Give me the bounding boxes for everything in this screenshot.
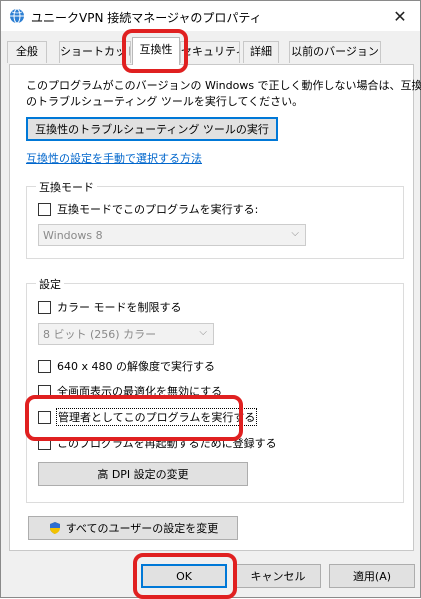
- register-restart-label: このプログラムを再起動するために登録する: [57, 437, 277, 450]
- reduced-color-checkbox[interactable]: [38, 300, 51, 314]
- tab-general[interactable]: 全般: [7, 41, 47, 63]
- run-as-admin-checkbox[interactable]: [38, 410, 51, 424]
- close-button[interactable]: ✕: [380, 1, 420, 31]
- manual-settings-link[interactable]: 互換性の設定を手動で選択する方法: [26, 150, 202, 166]
- tab-details[interactable]: 詳細: [243, 41, 279, 63]
- ok-button[interactable]: OK: [141, 564, 227, 588]
- compat-mode-label: 互換モードでこのプログラムを実行する:: [57, 203, 259, 216]
- window-title: ユニークVPN 接続マネージャのプロパティ: [31, 11, 262, 25]
- description-line-2: のトラブルシューティング ツールを実行してください。: [26, 95, 304, 108]
- fullscreen-opt-checkbox[interactable]: [38, 384, 51, 398]
- fullscreen-opt-label: 全画面表示の最適化を無効にする: [57, 385, 223, 398]
- resolution-640-row[interactable]: 640 x 480 の解像度で実行する: [38, 358, 215, 374]
- settings-group-title: 設定: [36, 276, 64, 292]
- resolution-640-label: 640 x 480 の解像度で実行する: [57, 360, 215, 373]
- tab-strip: 全般 ショートカット 互換性 セキュリティ 詳細 以前のバージョン: [1, 31, 420, 65]
- os-version-select[interactable]: Windows 8 ⌵: [38, 224, 306, 246]
- tab-security[interactable]: セキュリティ: [180, 41, 240, 63]
- tab-shortcut[interactable]: ショートカット: [59, 41, 131, 63]
- register-restart-row[interactable]: このプログラムを再起動するために登録する: [38, 435, 277, 451]
- resolution-640-checkbox[interactable]: [38, 359, 51, 373]
- compat-mode-group-title: 互換モード: [36, 179, 97, 195]
- compatibility-panel: このプログラムがこのバージョンの Windows で正しく動作しない場合は、互換…: [9, 64, 421, 551]
- cancel-button[interactable]: キャンセル: [235, 564, 321, 588]
- app-globe-icon: [10, 8, 24, 24]
- reduced-color-label: カラー モードを制限する: [57, 301, 182, 314]
- close-icon: ✕: [393, 6, 407, 26]
- properties-dialog: ユニークVPN 接続マネージャのプロパティ ✕ 全般 ショートカット 互換性 セ…: [0, 0, 421, 599]
- reduced-color-row[interactable]: カラー モードを制限する: [38, 299, 182, 315]
- compat-mode-checkbox[interactable]: [38, 202, 51, 216]
- color-mode-select[interactable]: 8 ビット (256) カラー ⌵: [38, 323, 214, 345]
- color-mode-value: 8 ビット (256) カラー: [43, 328, 157, 341]
- tab-compatibility[interactable]: 互換性: [132, 37, 180, 65]
- register-restart-checkbox[interactable]: [38, 436, 51, 450]
- all-users-button[interactable]: すべてのユーザーの設定を変更: [28, 516, 238, 540]
- run-as-admin-row[interactable]: 管理者としてこのプログラムを実行する: [38, 408, 258, 426]
- tab-previous-versions[interactable]: 以前のバージョン: [289, 41, 381, 63]
- troubleshooter-button[interactable]: 互換性のトラブルシューティング ツールの実行: [26, 117, 278, 141]
- os-version-value: Windows 8: [43, 228, 103, 242]
- apply-button[interactable]: 適用(A): [329, 564, 415, 588]
- run-as-admin-label: 管理者としてこのプログラムを実行する: [55, 408, 258, 426]
- all-users-label: すべてのユーザーの設定を変更: [65, 522, 219, 535]
- compat-mode-checkbox-row[interactable]: 互換モードでこのプログラムを実行する:: [38, 201, 258, 217]
- chevron-down-icon: ⌵: [199, 327, 207, 338]
- dpi-settings-button[interactable]: 高 DPI 設定の変更: [38, 462, 248, 486]
- fullscreen-opt-row[interactable]: 全画面表示の最適化を無効にする: [38, 383, 222, 399]
- chevron-down-icon: ⌵: [291, 228, 299, 239]
- title-bar: ユニークVPN 接続マネージャのプロパティ ✕: [1, 1, 420, 31]
- description-line-1: このプログラムがこのバージョンの Windows で正しく動作しない場合は、互換…: [26, 79, 421, 92]
- compat-mode-group: [26, 186, 404, 259]
- uac-shield-icon: [49, 522, 60, 534]
